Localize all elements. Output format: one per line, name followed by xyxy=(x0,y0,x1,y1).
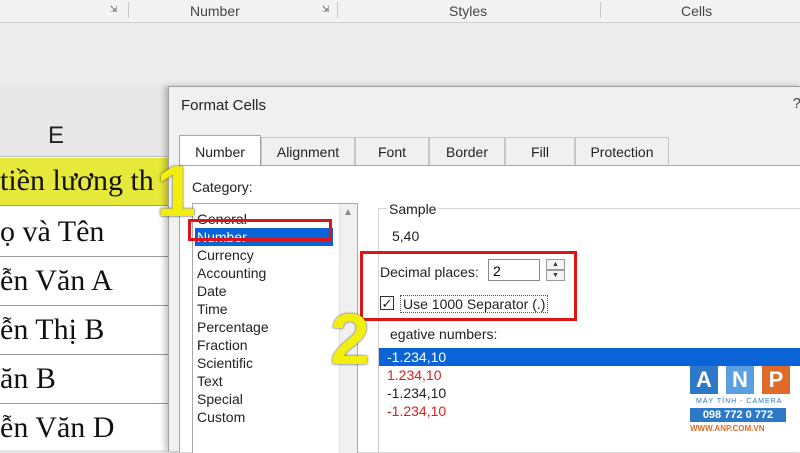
spreadsheet: E tiền lương th ọ và Tên ễn Văn A ễn Thị… xyxy=(0,86,168,450)
ribbon-separator xyxy=(600,2,601,18)
category-item-time[interactable]: Time xyxy=(197,300,228,318)
logo-letter: A xyxy=(690,366,718,394)
highlight-decimal-settings xyxy=(360,251,577,321)
tab-fill[interactable]: Fill xyxy=(505,137,575,165)
dialog-title: Format Cells xyxy=(181,97,267,114)
cell-name[interactable]: ễn Văn D xyxy=(0,404,168,450)
formula-area xyxy=(0,23,800,86)
cell-name-header[interactable]: ọ và Tên xyxy=(0,208,168,257)
number-format-launcher-icon[interactable]: ⇲ xyxy=(320,4,331,15)
category-label: Category: xyxy=(192,179,253,195)
logo-phone: 098 772 0 772 xyxy=(690,408,786,422)
negative-format-option[interactable]: -1.234,10 xyxy=(387,402,446,420)
step-number-1: 1 xyxy=(156,152,197,232)
tab-border[interactable]: Border xyxy=(429,137,505,165)
logo-website: WWW.ANP.COM.VN xyxy=(690,424,765,433)
category-item-special[interactable]: Special xyxy=(197,390,243,408)
column-header-label: E xyxy=(48,122,65,149)
tab-font[interactable]: Font xyxy=(355,137,429,165)
category-item-fraction[interactable]: Fraction xyxy=(197,336,248,354)
category-item-date[interactable]: Date xyxy=(197,282,227,300)
sample-label: Sample xyxy=(387,201,439,217)
tab-protection[interactable]: Protection xyxy=(575,137,669,165)
step-number-2: 2 xyxy=(330,300,371,380)
logo-letter: N xyxy=(726,366,754,394)
ribbon-separator xyxy=(128,2,129,18)
category-item-currency[interactable]: Currency xyxy=(197,246,254,264)
category-item-custom[interactable]: Custom xyxy=(197,408,245,426)
scroll-up-icon[interactable]: ▲ xyxy=(343,207,353,218)
logo-letter: P xyxy=(762,366,790,394)
negative-format-option[interactable]: -1.234,10 xyxy=(387,384,446,402)
ribbon: ⇲ Number ⇲ Styles Cells xyxy=(0,0,800,23)
category-item-text[interactable]: Text xyxy=(197,372,223,390)
cell-name[interactable]: ễn Văn A xyxy=(0,257,168,306)
sample-group-border xyxy=(378,208,800,209)
logo-subtitle: MÁY TÍNH - CAMERA xyxy=(696,398,783,405)
negative-numbers-label: egative numbers: xyxy=(390,326,498,342)
category-item-accounting[interactable]: Accounting xyxy=(197,264,266,282)
category-item-scientific[interactable]: Scientific xyxy=(197,354,253,372)
sample-value: 5,40 xyxy=(392,228,420,244)
category-item-percentage[interactable]: Percentage xyxy=(197,318,269,336)
tab-alignment[interactable]: Alignment xyxy=(261,137,355,165)
negative-format-option[interactable]: -1.234,10 xyxy=(379,348,800,366)
ribbon-group-number: Number xyxy=(190,3,240,19)
highlight-number-category xyxy=(188,219,332,241)
help-icon[interactable]: ? xyxy=(793,95,800,112)
ribbon-group-styles: Styles xyxy=(449,3,488,19)
cell-name[interactable]: ăn B xyxy=(0,355,168,404)
negative-format-option[interactable]: 1.234,10 xyxy=(387,366,442,384)
dialog-launcher-icon[interactable]: ⇲ xyxy=(108,4,119,15)
ribbon-separator xyxy=(337,2,338,18)
ribbon-group-cells: Cells xyxy=(681,3,713,19)
cell-title[interactable]: tiền lương th xyxy=(0,158,168,206)
cell-name[interactable]: ễn Thị B xyxy=(0,306,168,355)
column-header-e[interactable]: E xyxy=(0,86,168,157)
